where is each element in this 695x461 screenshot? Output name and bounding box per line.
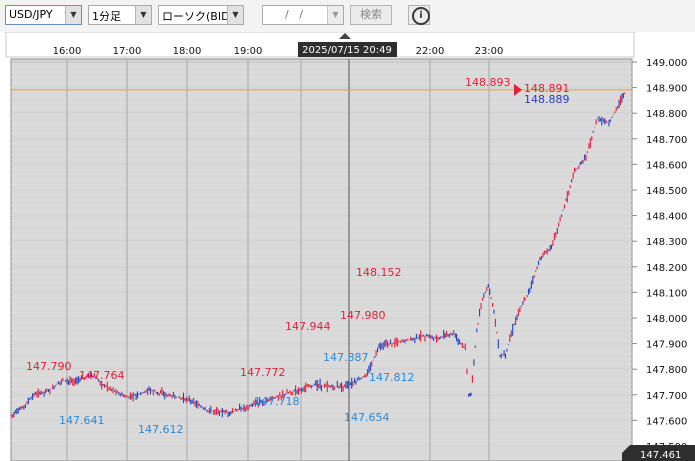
price-tick-label: 147.800	[646, 365, 687, 376]
time-tick-label: 16:00	[53, 46, 82, 57]
chevron-down-icon[interactable]: ▼	[327, 6, 343, 24]
price-annotation-high: 148.152	[356, 266, 402, 279]
chevron-down-icon[interactable]: ▼	[65, 6, 81, 24]
price-tick-label: 147.600	[646, 416, 687, 427]
crosshair-time-label: 2025/07/15 20:49	[298, 42, 397, 57]
price-tick-label: 148.600	[646, 160, 687, 171]
time-tick-label: 19:00	[234, 46, 263, 57]
timeframe-value: 1分足	[92, 10, 121, 23]
date-input[interactable]: / / ▼	[262, 5, 344, 25]
time-tick-label: 17:00	[113, 46, 142, 57]
time-tick-label: 23:00	[475, 46, 504, 57]
price-tick-label: 148.200	[646, 263, 687, 274]
date-value: / /	[285, 8, 303, 21]
price-annotation-high: 147.764	[79, 369, 125, 382]
chart-type-select[interactable]: ローソク(BID) ▼	[158, 5, 244, 25]
chart-type-value: ローソク(BID)	[162, 10, 234, 23]
price-tick-label: 148.500	[646, 186, 687, 197]
price-annotation-high: 147.944	[285, 320, 331, 333]
toolbar: USD/JPY ▼ 1分足 ▼ ローソク(BID) ▼ / / ▼ 検索 i	[0, 0, 695, 32]
info-circle-icon: i	[412, 7, 430, 25]
price-annotation-low: 147.812	[369, 371, 415, 384]
chevron-down-icon[interactable]: ▼	[227, 6, 243, 24]
search-button[interactable]: 検索	[350, 5, 392, 25]
timeframe-select[interactable]: 1分足 ▼	[88, 5, 152, 25]
price-tick-label: 148.100	[646, 288, 687, 299]
price-tick-label: 149.000	[646, 58, 687, 69]
time-tick-label: 18:00	[173, 46, 202, 57]
price-tick-label: 147.900	[646, 340, 687, 351]
current-bid-label: 148.889	[524, 93, 570, 106]
price-annotation-low: 147.612	[138, 423, 184, 436]
plot-area	[10, 58, 633, 461]
currency-pair-select[interactable]: USD/JPY ▼	[5, 5, 82, 25]
crosshair-time-text: 2025/07/15 20:49	[302, 45, 392, 56]
price-annotation-low: 147.887	[323, 351, 369, 364]
price-annotation-high: 147.772	[240, 366, 286, 379]
price-chart[interactable]: 16:0017:0018:0019:00222:0023:00 2025/07/…	[0, 32, 695, 461]
price-tick-label: 147.700	[646, 391, 687, 402]
chevron-down-icon[interactable]: ▼	[135, 6, 151, 24]
price-tick-label: 148.000	[646, 314, 687, 325]
price-annotation-high: 147.980	[340, 309, 386, 322]
price-tick-label: 148.300	[646, 237, 687, 248]
bottom-price-box: 147.461	[622, 445, 695, 461]
currency-pair-value: USD/JPY	[9, 8, 53, 21]
bottom-price-text: 147.461	[640, 450, 681, 461]
time-tick-label: 22:00	[416, 46, 445, 57]
price-tick-label: 148.400	[646, 212, 687, 223]
price-annotation-low: 147.654	[344, 411, 390, 424]
info-button[interactable]: i	[408, 5, 430, 25]
price-annotation-high: 147.790	[26, 360, 72, 373]
price-tick-label: 148.900	[646, 84, 687, 95]
price-annotation-high: 148.893	[465, 76, 511, 89]
price-annotation-low: 147.641	[59, 414, 105, 427]
price-annotation-low: 147.718	[254, 395, 300, 408]
price-tick-label: 148.800	[646, 109, 687, 120]
price-axis: 149.000 148.900 148.800 148.700 148.600 148.5…	[632, 58, 695, 461]
price-tick-label: 148.700	[646, 135, 687, 146]
